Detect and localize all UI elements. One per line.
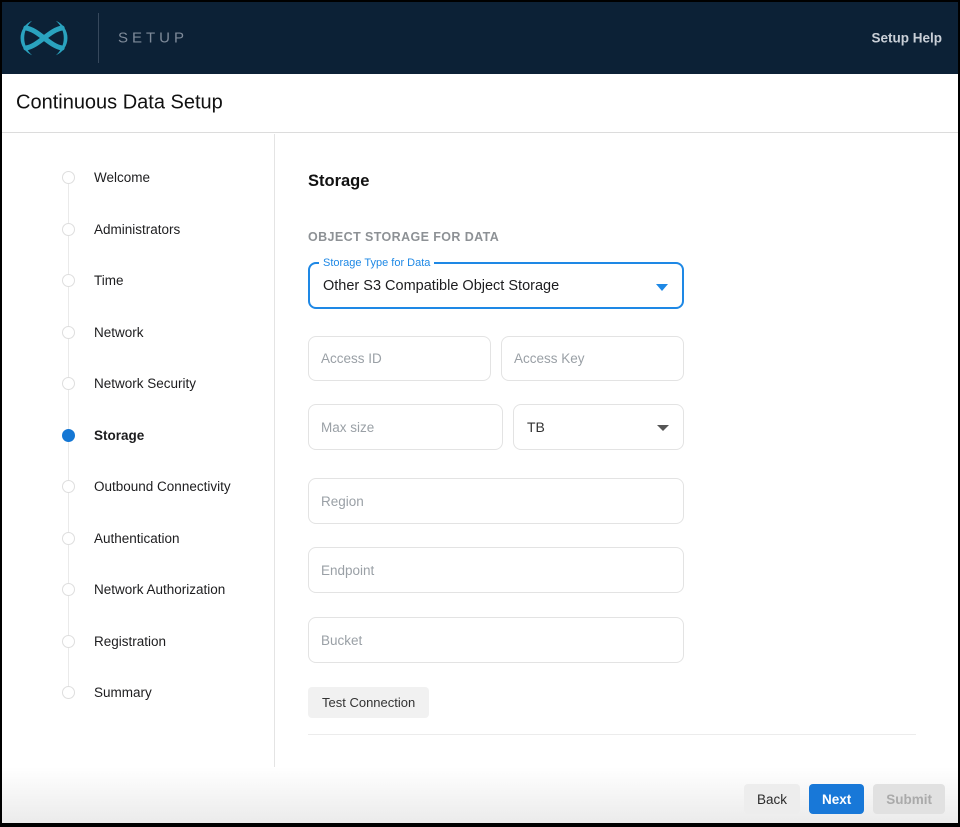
delphix-logo-icon [13, 18, 75, 58]
step-dot-icon [62, 326, 75, 339]
size-unit-value: TB [527, 419, 545, 435]
chevron-down-icon [656, 284, 668, 291]
setup-window: SETUP Setup Help Continuous Data Setup W… [2, 2, 958, 823]
step-dot-icon [62, 171, 75, 184]
chevron-down-icon [657, 425, 669, 431]
max-size-input[interactable] [308, 404, 503, 450]
footer-buttons: Back Next Submit [744, 784, 945, 814]
step-label: Network Authorization [94, 582, 225, 597]
step-dot-icon [62, 274, 75, 287]
object-storage-section-label: OBJECT STORAGE FOR DATA [308, 230, 499, 244]
stepper-item-registration[interactable]: Registration [62, 631, 231, 652]
storage-step-panel: Storage OBJECT STORAGE FOR DATA Storage … [276, 134, 958, 767]
bucket-input[interactable] [308, 617, 684, 663]
stepper-item-outbound-connectivity[interactable]: Outbound Connectivity [62, 476, 231, 497]
wizard-sidebar: Welcome Administrators Time Network Netw… [2, 134, 275, 767]
content-divider [308, 734, 916, 735]
step-dot-icon [62, 583, 75, 596]
wizard-stepper: Welcome Administrators Time Network Netw… [62, 167, 231, 734]
step-label: Network Security [94, 376, 196, 391]
step-label: Network [94, 325, 144, 340]
step-dot-active-icon [62, 429, 75, 442]
storage-type-value: Other S3 Compatible Object Storage [323, 278, 559, 294]
storage-type-select[interactable]: Storage Type for Data Other S3 Compatibl… [308, 262, 684, 309]
page-title: Continuous Data Setup [16, 92, 223, 115]
step-dot-icon [62, 635, 75, 648]
credentials-row [308, 336, 684, 381]
stepper-item-storage-active[interactable]: Storage [62, 425, 231, 446]
submit-button[interactable]: Submit [873, 784, 945, 814]
stepper-item-administrators[interactable]: Administrators [62, 219, 231, 240]
brand-title: SETUP [118, 30, 188, 47]
step-dot-icon [62, 377, 75, 390]
step-dot-icon [62, 686, 75, 699]
step-dot-icon [62, 223, 75, 236]
region-row [308, 478, 684, 524]
next-button[interactable]: Next [809, 784, 864, 814]
top-bar: SETUP Setup Help [2, 2, 958, 74]
step-label: Registration [94, 634, 166, 649]
step-label: Outbound Connectivity [94, 479, 231, 494]
step-dot-icon [62, 532, 75, 545]
wizard-footer: Back Next Submit [2, 767, 958, 823]
step-label: Storage [94, 428, 144, 443]
bucket-row [308, 617, 684, 663]
setup-help-link[interactable]: Setup Help [871, 31, 942, 46]
step-label: Summary [94, 685, 152, 700]
endpoint-row [308, 547, 684, 593]
stepper-item-network-authorization[interactable]: Network Authorization [62, 579, 231, 600]
storage-type-label: Storage Type for Data [319, 256, 434, 270]
size-row: TB [308, 404, 684, 450]
step-heading: Storage [308, 172, 369, 191]
step-label: Time [94, 273, 124, 288]
back-button[interactable]: Back [744, 784, 800, 814]
step-label: Welcome [94, 170, 150, 185]
stepper-item-authentication[interactable]: Authentication [62, 528, 231, 549]
step-label: Authentication [94, 531, 180, 546]
test-connection-button[interactable]: Test Connection [308, 687, 429, 718]
title-band: Continuous Data Setup [2, 74, 958, 133]
endpoint-input[interactable] [308, 547, 684, 593]
stepper-item-welcome[interactable]: Welcome [62, 167, 231, 188]
stepper-item-network[interactable]: Network [62, 322, 231, 343]
step-dot-icon [62, 480, 75, 493]
access-key-input[interactable] [501, 336, 684, 381]
stepper-item-time[interactable]: Time [62, 270, 231, 291]
stepper-item-network-security[interactable]: Network Security [62, 373, 231, 394]
access-id-input[interactable] [308, 336, 491, 381]
region-input[interactable] [308, 478, 684, 524]
size-unit-select[interactable]: TB [513, 404, 684, 450]
stepper-item-summary[interactable]: Summary [62, 682, 231, 703]
step-label: Administrators [94, 222, 180, 237]
brand-divider [98, 13, 99, 63]
